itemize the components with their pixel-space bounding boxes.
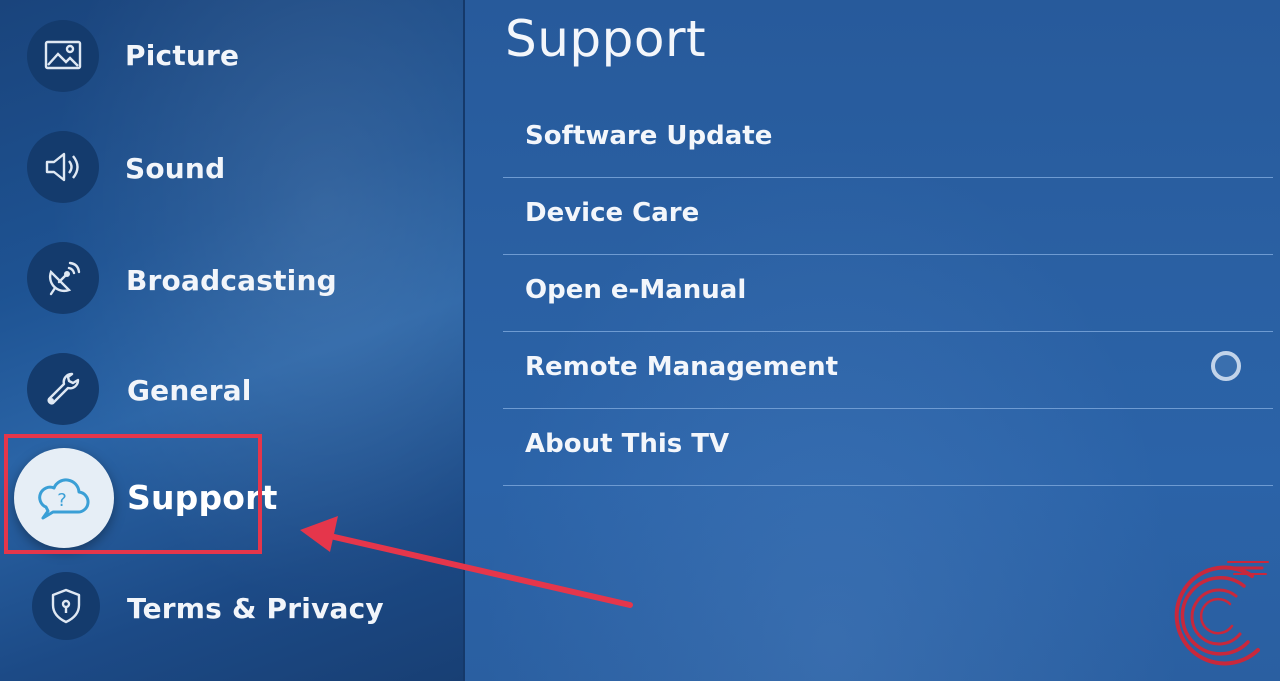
- arrow-annotation: [300, 516, 633, 608]
- tv-settings-screen: Picture Sound Broadcasting General ? Sup…: [0, 0, 1280, 681]
